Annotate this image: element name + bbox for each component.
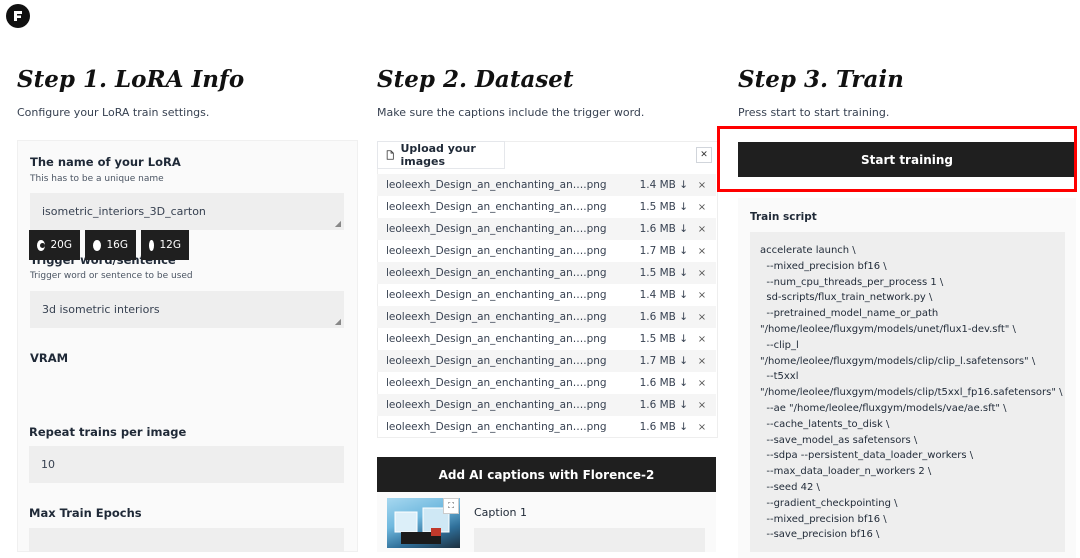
file-row[interactable]: leoleexh_Design_an_enchanting_an….png 1.6… (377, 372, 716, 394)
remove-file-icon[interactable]: × (688, 312, 716, 323)
remove-file-icon[interactable]: × (688, 224, 716, 235)
file-size-download-link[interactable]: 1.6 MB ↓ (628, 377, 688, 389)
lora-info-panel: The name of your LoRA This has to be a u… (17, 140, 358, 552)
file-size-download-link[interactable]: 1.6 MB ↓ (628, 421, 688, 433)
file-size-download-link[interactable]: 1.7 MB ↓ (628, 245, 688, 257)
train-script-text[interactable]: accelerate launch \ --mixed_precision bf… (750, 232, 1065, 552)
file-name: leoleexh_Design_an_enchanting_an….png (386, 355, 607, 367)
radio-icon[interactable] (93, 239, 101, 251)
remove-file-icon[interactable]: × (688, 290, 716, 301)
epochs-input[interactable] (29, 528, 344, 552)
lora-name-input[interactable]: isometric_interiors_3D_carton ◢ (30, 193, 344, 230)
caption-input[interactable] (474, 528, 705, 552)
file-row[interactable]: leoleexh_Design_an_enchanting_an….png 1.7… (377, 240, 716, 262)
file-name: leoleexh_Design_an_enchanting_an….png (386, 333, 607, 345)
repeat-input[interactable]: 10 (29, 446, 344, 483)
file-size-download-link[interactable]: 1.4 MB ↓ (628, 179, 688, 191)
file-name: leoleexh_Design_an_enchanting_an….png (386, 421, 607, 433)
vram-option-20g[interactable]: 20G (29, 230, 80, 260)
vram-option-16g[interactable]: 16G (85, 230, 136, 260)
file-row[interactable]: leoleexh_Design_an_enchanting_an….png 1.6… (377, 306, 716, 328)
remove-file-icon[interactable]: × (688, 378, 716, 389)
lora-name-label: The name of your LoRA (30, 155, 181, 169)
file-size-download-link[interactable]: 1.7 MB ↓ (628, 355, 688, 367)
vram-option-label: 16G (106, 239, 129, 251)
step3-subtitle: Press start to start training. (738, 106, 890, 119)
file-size-download-link[interactable]: 1.5 MB ↓ (628, 267, 688, 279)
vram-option-label: 20G (50, 239, 73, 251)
file-name: leoleexh_Design_an_enchanting_an….png (386, 377, 607, 389)
remove-file-icon[interactable]: × (688, 246, 716, 257)
radio-selected-icon[interactable] (37, 239, 45, 251)
file-size-download-link[interactable]: 1.4 MB ↓ (628, 289, 688, 301)
vram-option-label: 12G (159, 239, 182, 251)
step2-title: Step 2. Dataset (377, 66, 574, 93)
remove-file-icon[interactable]: × (688, 356, 716, 367)
file-row[interactable]: leoleexh_Design_an_enchanting_an….png 1.5… (377, 262, 716, 284)
file-size-download-link[interactable]: 1.5 MB ↓ (628, 201, 688, 213)
trigger-value: 3d isometric interiors (42, 303, 160, 316)
resize-handle-icon[interactable]: ◢ (335, 317, 341, 326)
epochs-label: Max Train Epochs (29, 506, 142, 520)
file-row[interactable]: leoleexh_Design_an_enchanting_an….png 1.5… (377, 196, 716, 218)
file-size-download-link[interactable]: 1.6 MB ↓ (628, 311, 688, 323)
file-row[interactable]: leoleexh_Design_an_enchanting_an….png 1.6… (377, 416, 716, 438)
highlight-box (717, 126, 1077, 192)
vram-label: VRAM (30, 351, 69, 365)
repeat-label: Repeat trains per image (29, 425, 187, 439)
file-name: leoleexh_Design_an_enchanting_an….png (386, 399, 607, 411)
step1-title: Step 1. LoRA Info (17, 66, 245, 93)
fullscreen-icon[interactable]: ⛶ (443, 498, 459, 514)
close-icon[interactable]: ✕ (696, 147, 712, 163)
file-row[interactable]: leoleexh_Design_an_enchanting_an….png 1.7… (377, 350, 716, 372)
trigger-input[interactable]: 3d isometric interiors ◢ (30, 291, 344, 328)
file-size-download-link[interactable]: 1.6 MB ↓ (628, 223, 688, 235)
file-row[interactable]: leoleexh_Design_an_enchanting_an….png 1.5… (377, 328, 716, 350)
add-captions-button[interactable]: Add AI captions with Florence-2 (377, 457, 716, 492)
lora-name-hint: This has to be a unique name (30, 174, 164, 184)
logo-icon (14, 11, 22, 21)
step2-subtitle: Make sure the captions include the trigg… (377, 106, 645, 119)
file-icon (386, 150, 394, 160)
vram-option-12g[interactable]: 12G (141, 230, 189, 260)
file-row[interactable]: leoleexh_Design_an_enchanting_an….png 1.6… (377, 218, 716, 240)
file-name: leoleexh_Design_an_enchanting_an….png (386, 201, 607, 213)
file-name: leoleexh_Design_an_enchanting_an….png (386, 311, 607, 323)
file-size-download-link[interactable]: 1.6 MB ↓ (628, 399, 688, 411)
lora-name-value: isometric_interiors_3D_carton (42, 205, 206, 218)
remove-file-icon[interactable]: × (688, 334, 716, 345)
file-name: leoleexh_Design_an_enchanting_an….png (386, 223, 607, 235)
file-name: leoleexh_Design_an_enchanting_an….png (386, 179, 607, 191)
app-logo (6, 4, 30, 28)
remove-file-icon[interactable]: × (688, 268, 716, 279)
step3-title: Step 3. Train (738, 66, 904, 93)
remove-file-icon[interactable]: × (688, 400, 716, 411)
resize-handle-icon[interactable]: ◢ (335, 219, 341, 228)
remove-file-icon[interactable]: × (688, 422, 716, 433)
file-name: leoleexh_Design_an_enchanting_an….png (386, 267, 607, 279)
caption-label: Caption 1 (474, 506, 527, 519)
radio-icon[interactable] (149, 239, 154, 251)
remove-file-icon[interactable]: × (688, 202, 716, 213)
file-size-download-link[interactable]: 1.5 MB ↓ (628, 333, 688, 345)
step1-subtitle: Configure your LoRA train settings. (17, 106, 210, 119)
upload-label: Upload your images (400, 142, 476, 168)
repeat-value: 10 (41, 458, 55, 471)
file-name: leoleexh_Design_an_enchanting_an….png (386, 289, 607, 301)
remove-file-icon[interactable]: × (688, 180, 716, 191)
file-row[interactable]: leoleexh_Design_an_enchanting_an….png 1.4… (377, 174, 716, 196)
file-row[interactable]: leoleexh_Design_an_enchanting_an….png 1.4… (377, 284, 716, 306)
file-row[interactable]: leoleexh_Design_an_enchanting_an….png 1.6… (377, 394, 716, 416)
upload-images-button[interactable]: Upload your images (377, 141, 505, 169)
file-name: leoleexh_Design_an_enchanting_an….png (386, 245, 607, 257)
trigger-hint: Trigger word or sentence to be used (30, 271, 193, 281)
train-script-label: Train script (750, 211, 817, 223)
